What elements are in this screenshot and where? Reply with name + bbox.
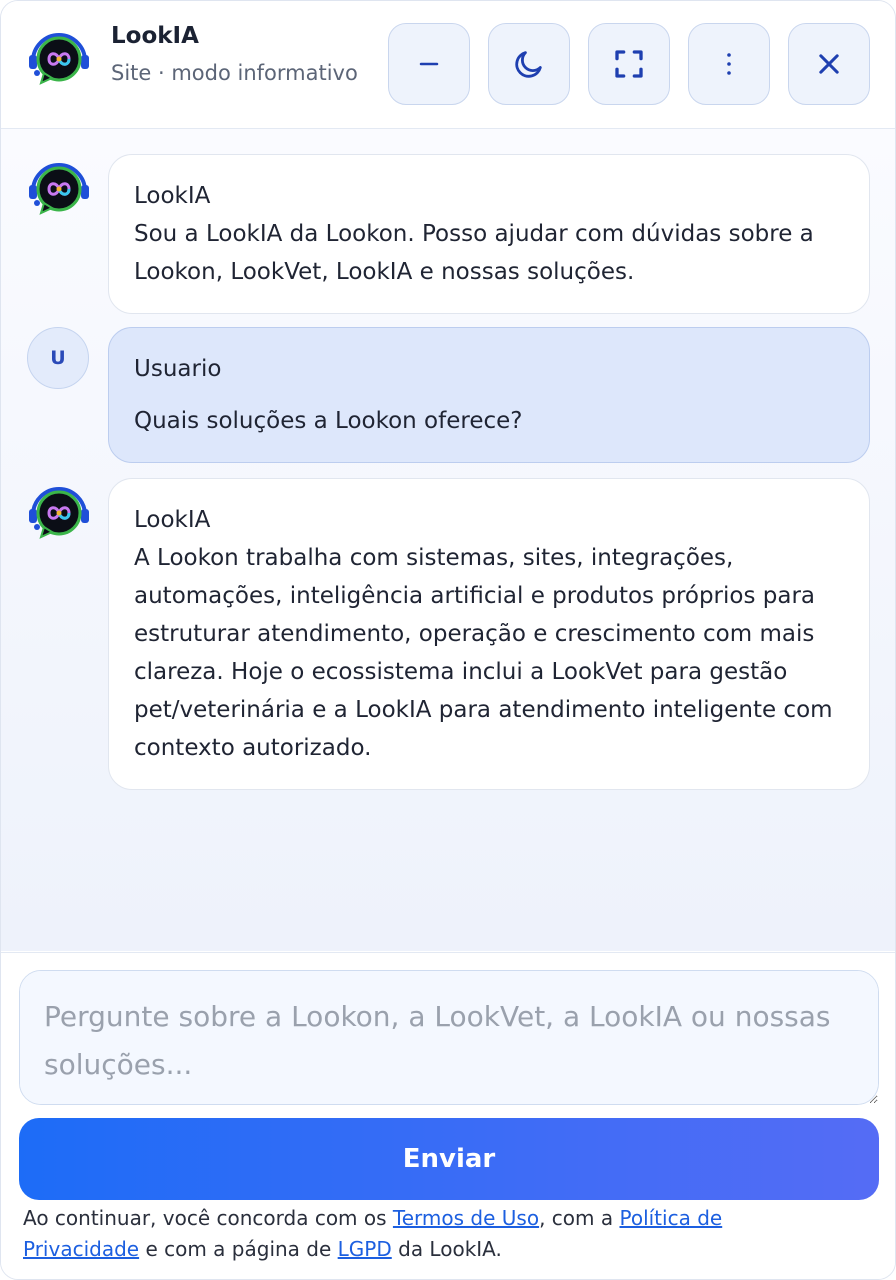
message-input[interactable] — [19, 970, 879, 1105]
minus-icon — [419, 62, 439, 66]
legal-middle: , com a — [539, 1206, 620, 1230]
chat-header: LookIA Site · modo informativo — [1, 1, 895, 129]
theme-toggle-button[interactable] — [488, 23, 570, 105]
composer: Enviar Ao continuar, você concorda com o… — [1, 952, 895, 1279]
moon-icon — [515, 51, 542, 78]
expand-icon — [615, 50, 643, 78]
legal-prefix: Ao continuar, você concorda com os — [23, 1206, 393, 1230]
fullscreen-button[interactable] — [588, 23, 670, 105]
minimize-button[interactable] — [388, 23, 470, 105]
vertical-dots-icon — [727, 53, 731, 75]
widget-subtitle: Site · modo informativo — [111, 61, 358, 85]
legal-middle-2: e com a página de — [139, 1237, 338, 1261]
terms-link[interactable]: Termos de Uso — [393, 1206, 539, 1230]
close-icon — [819, 54, 839, 74]
widget-title: LookIA — [111, 23, 199, 49]
lgpd-link[interactable]: LGPD — [338, 1237, 392, 1261]
bot-avatar-icon — [29, 487, 89, 539]
send-button[interactable]: Enviar — [19, 1118, 879, 1200]
message-text: A Lookon trabalha com sistemas, sites, i… — [134, 545, 833, 761]
user-avatar: U — [27, 327, 89, 389]
user-message: Usuario Quais soluções a Lookon oferece? — [108, 327, 870, 463]
message-text: Sou a LookIA da Lookon. Posso ajudar com… — [134, 221, 814, 285]
close-button[interactable] — [788, 23, 870, 105]
message-author: LookIA — [134, 507, 211, 533]
lookia-logo-icon — [29, 33, 89, 85]
bot-avatar-icon — [29, 163, 89, 215]
message-author: LookIA — [134, 183, 211, 209]
legal-notice: Ao continuar, você concorda com os Termo… — [23, 1203, 833, 1265]
legal-suffix: da LookIA. — [391, 1237, 502, 1261]
message-author: Usuario — [134, 356, 222, 382]
message-text: Quais soluções a Lookon oferece? — [134, 408, 523, 434]
message-list[interactable]: LookIA Sou a LookIA da Lookon. Posso aju… — [1, 129, 895, 951]
menu-button[interactable] — [688, 23, 770, 105]
bot-message: LookIA Sou a LookIA da Lookon. Posso aju… — [108, 154, 870, 314]
chat-widget: LookIA Site · modo informativo LookIA So… — [0, 0, 896, 1280]
bot-message: LookIA A Lookon trabalha com sistemas, s… — [108, 478, 870, 790]
